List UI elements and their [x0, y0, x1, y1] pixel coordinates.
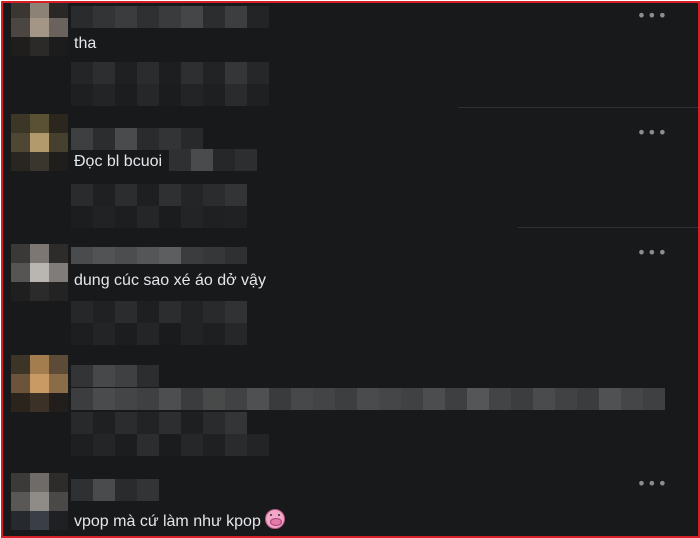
avatar[interactable]	[11, 3, 68, 56]
avatar[interactable]	[11, 114, 68, 171]
comment-feed: tha ••• Đọc bl bcuoi ••• dung cúc sao xé…	[1, 1, 700, 538]
comment-actions-redacted[interactable]	[71, 184, 247, 206]
redacted-text	[169, 149, 257, 171]
comment-text: dung cúc sao xé áo dở vậy	[74, 272, 266, 289]
author-name-redacted[interactable]	[71, 247, 247, 264]
comment-actions-redacted-2	[71, 206, 247, 228]
comment-actions-redacted[interactable]	[71, 412, 247, 434]
comment-actions-redacted[interactable]	[71, 62, 269, 84]
comment-text: vpop mà cứ làm như kpop	[74, 513, 261, 530]
comment-actions-redacted-2	[71, 323, 247, 345]
more-options-icon[interactable]: •••	[637, 125, 668, 141]
comment-actions-redacted[interactable]	[71, 301, 247, 323]
comment-actions-redacted-2	[71, 84, 269, 106]
divider	[458, 107, 698, 108]
comment-text: Đọc bl bcuoi	[74, 153, 163, 170]
comment-text-redacted	[71, 388, 665, 410]
author-name-redacted[interactable]	[71, 6, 269, 28]
pig-face-emoji	[264, 509, 285, 529]
avatar[interactable]	[11, 244, 68, 301]
author-name-redacted[interactable]	[71, 365, 159, 387]
more-options-icon[interactable]: •••	[637, 8, 668, 24]
comment-text-row: vpop mà cứ làm như kpop	[74, 509, 285, 531]
comment-actions-redacted-2	[71, 434, 269, 456]
author-name-redacted[interactable]	[71, 128, 203, 150]
more-options-icon[interactable]: •••	[637, 245, 668, 261]
avatar[interactable]	[11, 355, 68, 412]
more-options-icon[interactable]: •••	[637, 476, 668, 492]
avatar[interactable]	[11, 473, 68, 530]
divider	[518, 227, 698, 228]
comment-text: tha	[74, 35, 97, 52]
author-name-redacted[interactable]	[71, 479, 159, 501]
